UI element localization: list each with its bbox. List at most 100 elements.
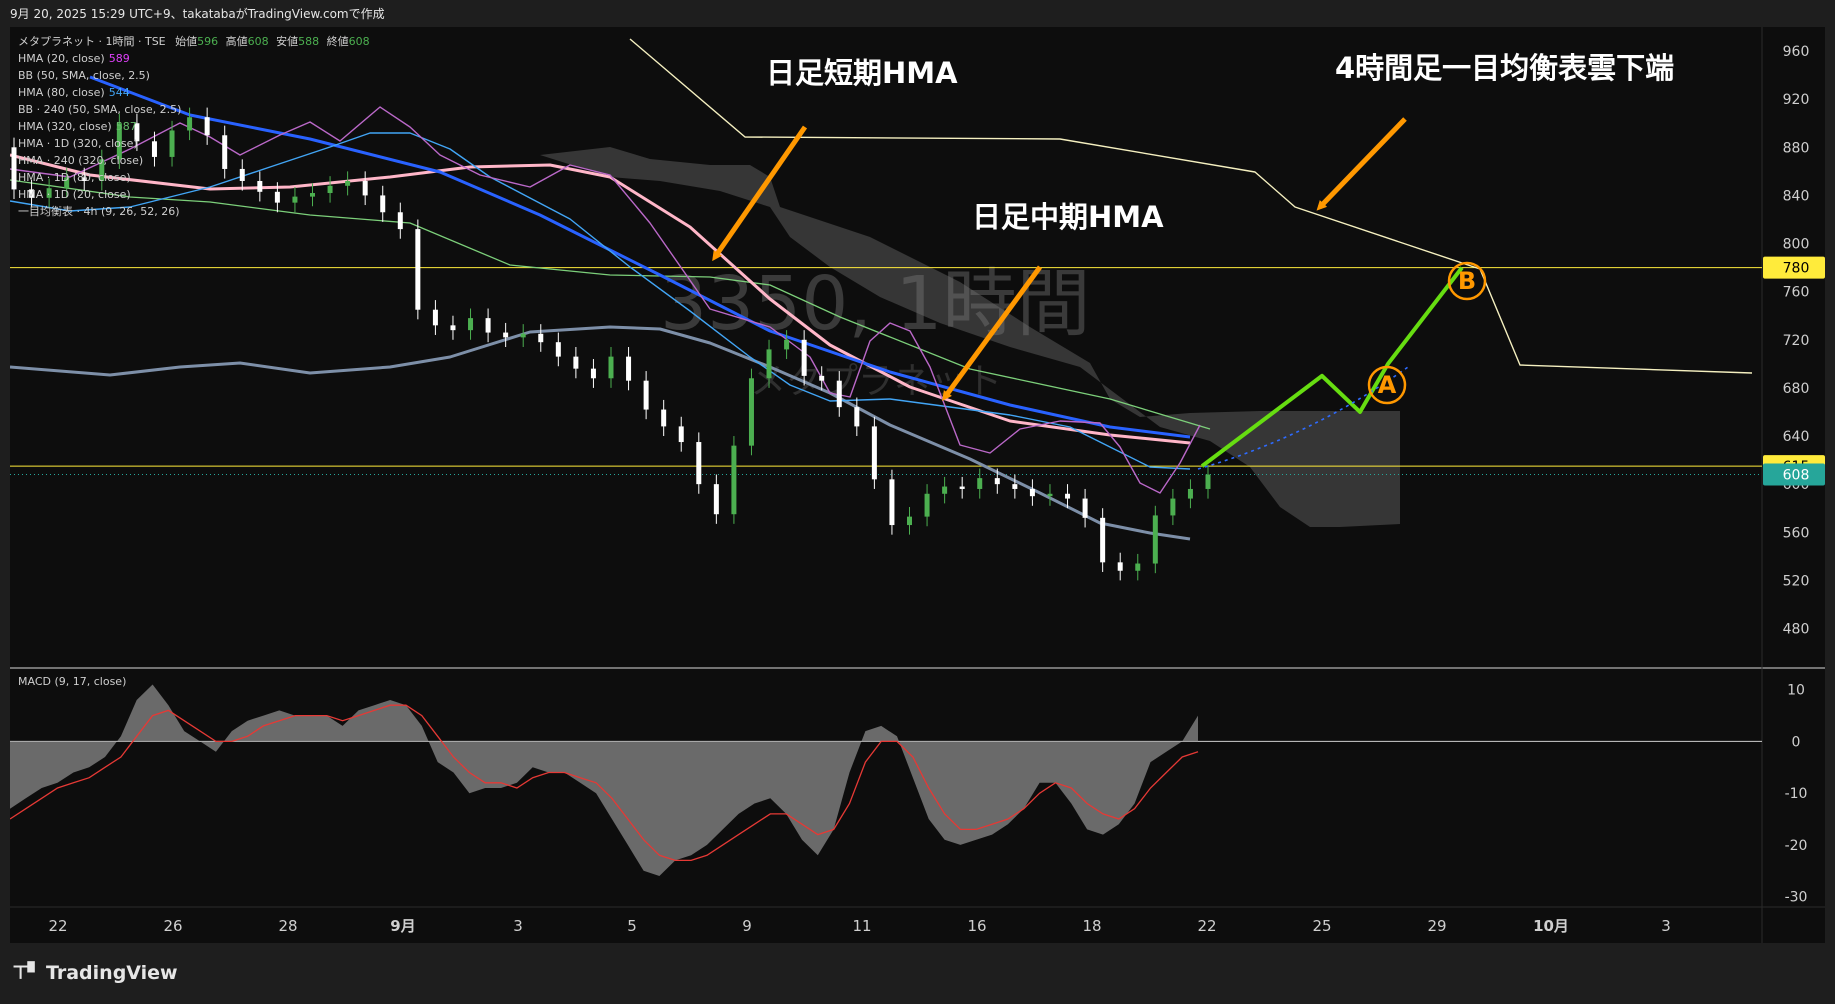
macd-tick-label: -20 (1785, 838, 1808, 854)
candle-body (590, 368, 596, 379)
time-tick-label: 5 (627, 917, 637, 935)
candle-body (994, 478, 1000, 485)
tradingview-mark-icon: ⊤▘ (12, 962, 42, 984)
candle-body (450, 325, 456, 331)
price-badge-label: 608 (1783, 468, 1810, 484)
legend-indicator-name: HMA · 1D (80, close) (18, 171, 131, 184)
price-tick-label: 680 (1783, 381, 1810, 397)
macd-tick-label: -30 (1785, 890, 1808, 906)
legend-indicator-row[interactable]: HMA (320, close) 587 (18, 118, 370, 135)
time-tick-label: 29 (1427, 917, 1446, 935)
candle-body (555, 342, 561, 357)
candle-body (1170, 498, 1176, 516)
chart-area[interactable]: 3350, 1時間 メタプラネット AB 日足短期HMA 日足中期HMA 4時間足一目… (9, 27, 1825, 943)
candle-body (942, 486, 948, 494)
candle-body (1047, 493, 1053, 497)
legend-indicator-name: HMA (320, close) (18, 120, 112, 133)
legend-indicator-name: HMA (80, close) (18, 86, 105, 99)
candle-body (468, 318, 474, 331)
price-tick-label: 800 (1783, 237, 1810, 253)
candle-body (678, 426, 684, 443)
legend-indicator-name: HMA · 1D (20, close) (18, 188, 131, 201)
legend-indicator-name: HMA (20, close) (18, 52, 105, 65)
candle-body (415, 229, 421, 310)
time-tick-label: 26 (163, 917, 182, 935)
candle-body (1065, 493, 1071, 499)
time-tick-label: 3 (1661, 917, 1671, 935)
macd-tick-label: -10 (1785, 786, 1808, 802)
legend-indicator-name: 一目均衡表 · 4h (9, 26, 52, 26) (18, 205, 180, 218)
time-tick-label: 9 (742, 917, 752, 935)
price-tick-label: 920 (1783, 92, 1810, 108)
candle-body (977, 478, 983, 489)
marker-a: A (1378, 371, 1397, 399)
open-label: 始値 (175, 35, 198, 48)
legend-indicator-list: HMA (20, close) 589 BB (50, SMA, close, 2.… (18, 50, 370, 220)
candle-body (11, 147, 17, 190)
candle-body (432, 309, 438, 326)
candle-body (748, 378, 754, 446)
candle-body (1152, 515, 1158, 564)
price-tick-label: 560 (1783, 525, 1810, 541)
bollinger-lower-240 (9, 325, 1191, 541)
label-mid-hma: 日足中期HMA (972, 200, 1164, 234)
legend-indicator-row[interactable]: HMA (20, close) 589 (18, 50, 370, 67)
time-tick-label: 3 (513, 917, 523, 935)
candle-body (1029, 488, 1035, 497)
time-tick-label: 22 (48, 917, 67, 935)
legend-indicator-name: BB · 240 (50, SMA, close, 2.5) (18, 103, 182, 116)
candle-body (1205, 474, 1211, 489)
candle-body (485, 318, 491, 333)
candle-body (520, 333, 526, 338)
legend-symbol-row[interactable]: メタプラネット · 1時間 · TSE 始値596 高値608 安値588 終値… (18, 33, 370, 50)
indicator-legend: メタプラネット · 1時間 · TSE 始値596 高値608 安値588 終値… (18, 33, 370, 220)
candle-body (503, 332, 509, 338)
legend-indicator-row[interactable]: HMA (80, close) 544 (18, 84, 370, 101)
legend-indicator-row[interactable]: HMA · 1D (320, close) (18, 135, 370, 152)
marker-b: B (1458, 267, 1476, 295)
price-tick-label: 480 (1783, 622, 1810, 638)
tradingview-brand: TradingView (45, 962, 178, 984)
price-tick-label: 960 (1783, 44, 1810, 60)
candle-body (1100, 517, 1106, 563)
label-short-hma: 日足短期HMA (766, 56, 958, 90)
legend-indicator-row[interactable]: BB · 240 (50, SMA, close, 2.5) (18, 101, 370, 118)
macd-label: MACD (9, 17, close) (18, 675, 127, 688)
close-value: 608 (348, 35, 370, 48)
candle-body (573, 356, 579, 369)
price-tick-label: 640 (1783, 429, 1810, 445)
legend-indicator-row[interactable]: HMA · 1D (80, close) (18, 169, 370, 186)
candle-body (907, 516, 912, 526)
tradingview-logo[interactable]: ⊤▘ TradingView (12, 962, 178, 984)
candle-body (854, 407, 860, 427)
legend-indicator-row[interactable]: HMA · 1D (20, close) (18, 186, 370, 203)
macd-tick-label: 0 (1792, 734, 1801, 750)
time-tick-label: 9月 (390, 917, 415, 935)
legend-indicator-row[interactable]: HMA · 240 (320, close) (18, 152, 370, 169)
price-tick-label: 520 (1783, 573, 1810, 589)
candle-body (380, 195, 386, 213)
high-value: 608 (247, 35, 269, 48)
legend-indicator-row[interactable]: 一目均衡表 · 4h (9, 26, 52, 26) (18, 203, 370, 220)
candle-body (731, 445, 737, 515)
price-tick-label: 840 (1783, 188, 1810, 204)
candle-body (661, 409, 667, 427)
close-label: 終値 (326, 35, 349, 48)
low-value: 588 (298, 35, 320, 48)
candle-body (643, 380, 649, 410)
candle-body (766, 349, 772, 379)
time-tick-label: 18 (1082, 917, 1101, 935)
time-tick-label: 16 (967, 917, 986, 935)
candle-body (626, 356, 632, 381)
time-tick-label: 28 (278, 917, 297, 935)
legend-indicator-name: HMA · 240 (320, close) (18, 154, 144, 167)
low-label: 安値 (276, 35, 299, 48)
legend-indicator-value: 589 (108, 52, 130, 65)
candle-body (1012, 484, 1018, 489)
candle-body (1187, 488, 1193, 499)
candle-body (1135, 563, 1141, 571)
macd-tick-label: 10 (1787, 683, 1805, 699)
legend-indicator-row[interactable]: BB (50, SMA, close, 2.5) (18, 67, 370, 84)
candle-body (819, 375, 825, 381)
legend-indicator-name: BB (50, SMA, close, 2.5) (18, 69, 150, 82)
